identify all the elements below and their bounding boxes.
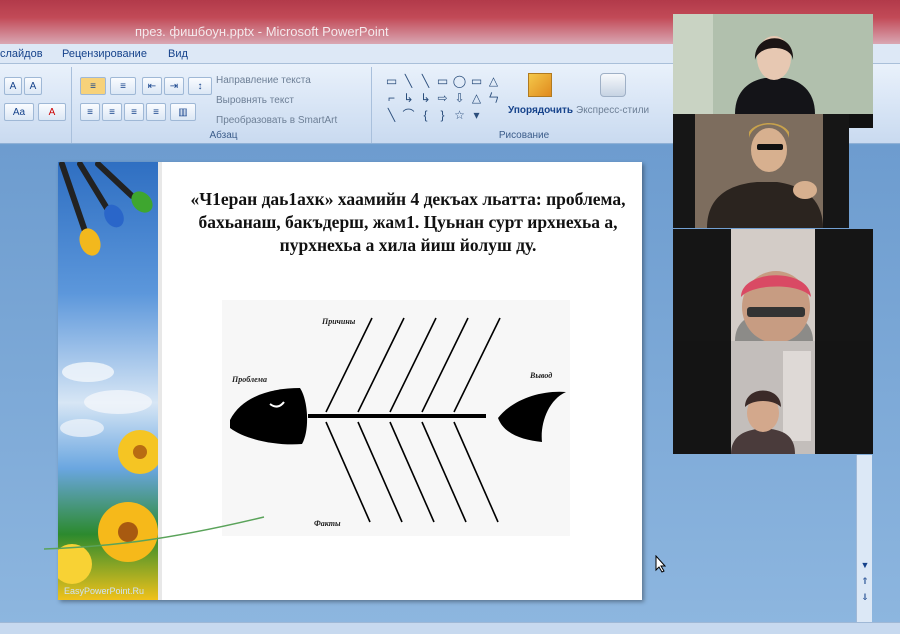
shape-option[interactable]: ▾ (469, 107, 484, 122)
prev-slide-icon[interactable]: ⇑ (859, 575, 871, 587)
align-right-button[interactable]: ≡ (124, 103, 144, 121)
participant-2-image (673, 114, 849, 228)
font-group: A A Aa A (0, 67, 72, 143)
bullets-button[interactable]: ≡ (80, 77, 106, 95)
participant-video-1[interactable] (673, 14, 873, 128)
font-color-button[interactable]: A (38, 103, 66, 121)
columns-button[interactable]: ▥ (170, 103, 196, 121)
next-slide-icon[interactable]: ⇓ (859, 591, 871, 603)
text-direction-button[interactable]: Направление текста (216, 75, 311, 86)
paragraph-group: ≡ ≡ ⇤ ⇥ ↕ ≡ ≡ ≡ ≡ ▥ Направление текста В… (76, 67, 372, 143)
paragraph-group-label: Абзац (209, 130, 238, 141)
shape-option[interactable]: ⇩ (452, 90, 467, 105)
shape-option[interactable]: ▭ (435, 73, 450, 88)
shape-option[interactable]: { (418, 107, 433, 122)
vertical-scrollbar[interactable]: ▼ ⇑ ⇓ (856, 455, 872, 625)
shrink-font-button[interactable]: A (24, 77, 42, 95)
change-case-button[interactable]: Aa (4, 103, 34, 121)
convert-smartart-button[interactable]: Преобразовать в SmartArt (216, 115, 337, 126)
participant-video-2[interactable] (673, 114, 849, 228)
align-text-button[interactable]: Выровнять текст (216, 95, 294, 106)
decrease-indent-button[interactable]: ⇤ (142, 77, 162, 95)
label-problem: Проблема (231, 375, 267, 384)
tab-review[interactable]: Рецензирование (62, 48, 147, 60)
align-center-button[interactable]: ≡ (102, 103, 122, 121)
justify-button[interactable]: ≡ (146, 103, 166, 121)
participant-video-3[interactable] (673, 229, 873, 341)
shape-option[interactable]: △ (469, 90, 484, 105)
status-bar (0, 622, 900, 634)
slide-body-text[interactable]: «Ч1еран даь1ахк» хаамийн 4 декъах льатта… (178, 188, 638, 257)
tab-slides[interactable]: слайдов (0, 48, 43, 60)
participant-3-image (673, 229, 873, 341)
participant-4-image (673, 341, 873, 454)
label-conclusion: Вывод (529, 371, 552, 380)
shape-option[interactable]: ▭ (384, 73, 399, 88)
align-left-button[interactable]: ≡ (80, 103, 100, 121)
participant-video-4[interactable] (673, 341, 873, 454)
shape-option[interactable]: ╲ (401, 73, 416, 88)
mouse-cursor-icon (655, 555, 667, 573)
pen-annotation (44, 516, 265, 550)
shape-option[interactable]: ⌒ (401, 107, 416, 122)
line-spacing-button[interactable]: ↕ (188, 77, 212, 95)
slide-watermark: EasyPowerPoint.Ru (64, 586, 145, 596)
label-causes: Причины (321, 317, 356, 326)
participant-1-image (673, 14, 873, 114)
shape-option[interactable]: ⇨ (435, 90, 450, 105)
window-title: през. фишбоун.pptx - Microsoft PowerPoin… (135, 24, 389, 39)
drawing-group-label: Рисование (498, 130, 550, 141)
arrange-button[interactable]: Упорядочить (508, 105, 573, 116)
fishbone-diagram: Проблема Причины Вывод Факты (222, 300, 570, 536)
shape-option[interactable]: △ (486, 73, 501, 88)
shape-option[interactable]: ⌐ (384, 90, 399, 105)
shape-option[interactable]: ╲ (384, 107, 399, 122)
shape-option[interactable]: } (435, 107, 450, 122)
powerpoint-window: през. фишбоун.pptx - Microsoft PowerPoin… (0, 0, 900, 634)
quick-styles-button[interactable]: Экспресс-стили (576, 105, 649, 116)
label-facts: Факты (314, 519, 341, 528)
tab-view[interactable]: Вид (168, 48, 188, 60)
scroll-down-icon[interactable]: ▼ (859, 559, 871, 571)
shape-option[interactable]: ╲ (418, 73, 433, 88)
drawing-group: ▭ ╲ ╲ ▭ ◯ ▭ △ ⌐ ↳ ↳ ⇨ ⇩ △ ㄣ ╲ ⌒{} ☆ ▾ Упорядочить Экспрес… (378, 67, 670, 143)
quick-styles-icon (600, 73, 626, 97)
shape-option[interactable]: ↳ (401, 90, 416, 105)
shape-option[interactable]: ▭ (469, 73, 484, 88)
shape-option[interactable]: ☆ (452, 107, 467, 122)
shape-option[interactable]: ◯ (452, 73, 467, 88)
arrange-icon (528, 73, 552, 97)
increase-indent-button[interactable]: ⇥ (164, 77, 184, 95)
shape-option[interactable]: ↳ (418, 90, 433, 105)
grow-font-button[interactable]: A (4, 77, 22, 95)
shape-option[interactable]: ㄣ (486, 90, 501, 105)
numbering-button[interactable]: ≡ (110, 77, 136, 95)
